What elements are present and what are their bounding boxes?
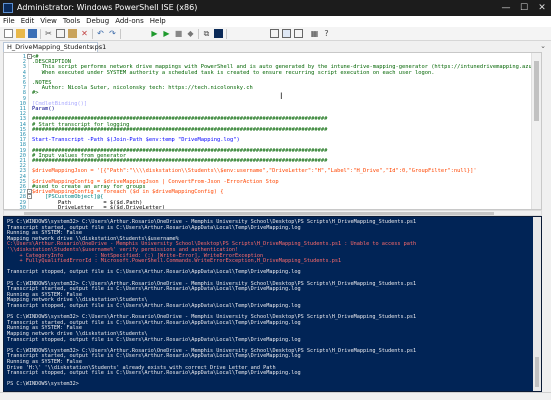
stop-icon[interactable]: ■ bbox=[174, 29, 183, 38]
fold-toggle-icon[interactable]: - bbox=[27, 194, 32, 200]
redo-icon[interactable]: ↷ bbox=[108, 29, 117, 38]
line-number-gutter: 1 2 3 4 5 6 7 8 9 10 11 12 13 14 15 16 17 18 19 20 21 22 23 24 2… bbox=[4, 53, 29, 209]
cut-icon[interactable]: ✂ bbox=[44, 29, 53, 38]
tab-script[interactable]: H_DriveMapping_Students.ps1 × bbox=[3, 42, 106, 52]
run-icon[interactable]: ▶ bbox=[150, 29, 159, 38]
console-line: Transcript stopped, output file is C:\Us… bbox=[7, 336, 301, 343]
layout-icon[interactable] bbox=[282, 29, 291, 38]
code-line[interactable]: ########################################… bbox=[32, 127, 327, 133]
toolbar-separator bbox=[226, 29, 227, 39]
console-line: Transcript stopped, output file is C:\Us… bbox=[7, 269, 301, 276]
tab-close-icon[interactable]: × bbox=[90, 43, 95, 52]
script-tab-strip: H_DriveMapping_Students.ps1 × ⌄ bbox=[0, 41, 551, 52]
close-button[interactable]: ✕ bbox=[533, 0, 551, 16]
status-bar bbox=[0, 392, 551, 400]
editor-vertical-scrollbar[interactable] bbox=[531, 53, 541, 209]
code-line[interactable]: Param() bbox=[32, 106, 55, 112]
code-line[interactable]: $driveMappingJson = '[{"Path":"\\\\disks… bbox=[32, 168, 477, 174]
menu-help[interactable]: Help bbox=[147, 16, 169, 27]
menu-edit[interactable]: Edit bbox=[18, 16, 38, 27]
console-line: Transcript stopped, output file is C:\Us… bbox=[7, 370, 301, 377]
menu-debug[interactable]: Debug bbox=[83, 16, 112, 27]
toolbar-separator bbox=[120, 29, 121, 39]
save-icon[interactable] bbox=[28, 29, 37, 38]
scrollbar-thumb[interactable] bbox=[535, 357, 539, 387]
show-commands-icon[interactable]: ▦ bbox=[310, 29, 319, 38]
chevron-down-icon[interactable]: ⌄ bbox=[539, 42, 547, 50]
code-line[interactable]: Start-Transcript -Path $(Join-Path $env:… bbox=[32, 137, 240, 143]
menu-view[interactable]: View bbox=[37, 16, 60, 27]
scrollbar-thumb[interactable] bbox=[24, 212, 494, 215]
toolbar: ✂ ✕ ↶ ↷ ▶ ▶ ■ ◆ ⧉ ▦ ? bbox=[0, 27, 551, 41]
clear-icon[interactable]: ✕ bbox=[80, 29, 89, 38]
code-line[interactable]: ########################################… bbox=[32, 158, 327, 164]
console-line: PS C:\WINDOWS\system32> bbox=[7, 381, 79, 388]
layout-2-icon[interactable] bbox=[294, 29, 303, 38]
code-line[interactable]: When executed under SYSTEM authority a s… bbox=[32, 70, 435, 76]
menu-file[interactable]: File bbox=[0, 16, 18, 27]
console-line: + FullyQualifiedErrorId : Microsoft.Powe… bbox=[7, 258, 342, 265]
new-remote-tab-icon[interactable]: ⧉ bbox=[202, 29, 211, 38]
menu-bar: File Edit View Tools Debug Add-ons Help bbox=[0, 16, 551, 27]
open-icon[interactable] bbox=[16, 29, 25, 38]
new-icon[interactable] bbox=[4, 29, 13, 38]
copy-icon[interactable] bbox=[56, 29, 65, 38]
fold-toggle-icon[interactable]: - bbox=[27, 54, 32, 59]
console-line: Transcript stopped, output file is C:\Us… bbox=[7, 303, 301, 309]
console-icon[interactable] bbox=[214, 29, 223, 38]
menu-add-ons[interactable]: Add-ons bbox=[112, 16, 147, 27]
paste-icon[interactable] bbox=[68, 29, 77, 38]
console-pane[interactable]: PS C:\WINDOWS\system32> C:\Users\Arthur.… bbox=[3, 216, 542, 392]
debug-icon[interactable]: ◆ bbox=[186, 29, 195, 38]
toolbar-separator bbox=[198, 29, 199, 39]
run-selection-icon[interactable]: ▶ bbox=[162, 29, 171, 38]
code-line[interactable]: Author: Nicola Suter, nicolonsky tech: h… bbox=[32, 85, 253, 91]
minimize-button[interactable]: — bbox=[497, 0, 515, 16]
powershell-icon bbox=[3, 3, 13, 13]
help-icon[interactable]: ? bbox=[322, 29, 331, 38]
code-line[interactable]: #> bbox=[32, 90, 39, 96]
console-scrollbar[interactable] bbox=[533, 217, 541, 391]
show-script-pane-icon[interactable] bbox=[270, 29, 279, 38]
scrollbar-thumb[interactable] bbox=[534, 61, 539, 121]
title-bar: Administrator: Windows PowerShell ISE (x… bbox=[0, 0, 551, 16]
window-title: Administrator: Windows PowerShell ISE (x… bbox=[17, 3, 198, 12]
toolbar-separator bbox=[92, 29, 93, 39]
script-editor[interactable]: 1 2 3 4 5 6 7 8 9 10 11 12 13 14 15 16 17 18 19 20 21 22 23 24 2… bbox=[3, 52, 542, 210]
toolbar-separator bbox=[40, 29, 41, 39]
maximize-button[interactable]: ☐ bbox=[515, 0, 533, 16]
undo-icon[interactable]: ↶ bbox=[96, 29, 105, 38]
menu-tools[interactable]: Tools bbox=[60, 16, 83, 27]
text-cursor-icon: I bbox=[280, 92, 283, 102]
